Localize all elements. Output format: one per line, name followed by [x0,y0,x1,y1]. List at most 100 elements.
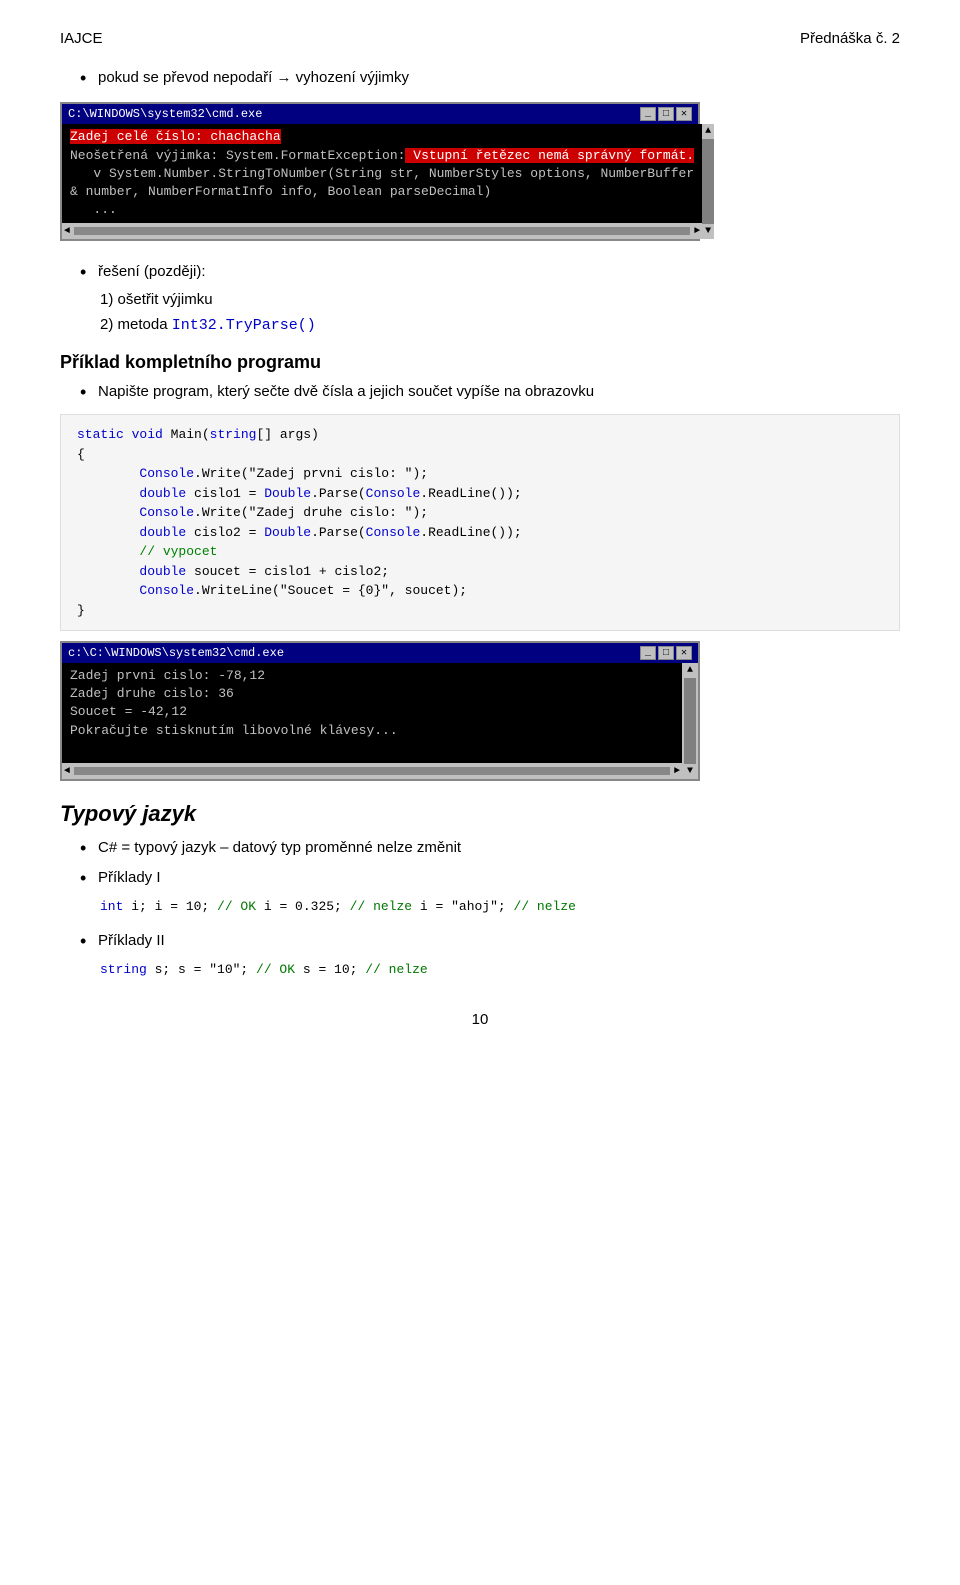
scroll-up-icon-2[interactable]: ▲ [687,665,693,676]
cmd-titlebar-buttons-2: _ □ ✕ [640,646,692,660]
console-readline-1: Console [366,486,421,501]
cmd-line-4: Pokračujte stisknutím libovolné klávesy.… [70,722,674,740]
cmd-stack2: & number, NumberFormatInfo info, Boolean… [70,183,694,201]
kw-static: static [77,427,124,442]
kw-void: void [132,427,163,442]
cmd-titlebar-1: C:\WINDOWS\system32\cmd.exe _ □ ✕ [62,104,698,124]
page-number: 10 [60,1011,900,1028]
reseni-heading-item: • řešení (později): [80,261,900,284]
cmd-hscrollbar-2[interactable]: ◄ ► [62,763,682,779]
bullet-dot-typovy2: • [80,867,98,890]
main-code-block: static void Main(string[] args) { Consol… [60,414,900,631]
comment-ok-1: // OK [217,899,256,914]
cmd-minimize-btn-2[interactable]: _ [640,646,656,660]
cmd-input-highlight: Zadej celé číslo: chachacha [70,129,281,144]
typovy-heading: Typový jazyk [60,801,900,827]
cmd-vscrollbar-2[interactable]: ▲ ▼ [682,663,698,779]
cmd-stack3: ... [70,201,694,219]
cmd-titlebar-2: c:\C:\WINDOWS\system32\cmd.exe _ □ ✕ [62,643,698,663]
numbered-item-2: 2) metoda Int32.TryParse() [100,314,900,336]
kw-string: string [210,427,257,442]
cmd-error-highlight: Vstupní řetězec nemá správný formát. [405,148,694,163]
comment-nelze-3: // nelze [365,962,427,977]
scroll-up-icon[interactable]: ▲ [705,126,711,137]
bullet-dot-reseni: • [80,261,98,284]
cmd-window-1: C:\WINDOWS\system32\cmd.exe _ □ ✕ Zadej … [60,102,700,241]
scroll-right-icon[interactable]: ► [694,226,700,237]
intro-bullet: • pokud se převod nepodaří → vyhození vý… [80,67,900,90]
cmd-input-display: Zadej celé číslo: chachacha [70,128,694,146]
comment-nelze-2: // nelze [514,899,576,914]
priklady2-bullet: • Příklady II [80,930,900,953]
cmd-close-btn[interactable]: ✕ [676,107,692,121]
kw-double3: double [139,564,186,579]
console-write-1: Console [139,466,194,481]
kw-double2: double [139,525,186,540]
cmd-stack1: v System.Number.StringToNumber(String st… [70,165,694,183]
tryparse-code: Int32.TryParse() [172,317,316,334]
scroll-down-icon-2[interactable]: ▼ [687,766,693,777]
hscroll-track-1 [74,227,690,235]
page-header: IAJCE Přednáška č. 2 [60,30,900,47]
kw-string-s: string [100,962,147,977]
hscroll-track-2 [74,767,670,775]
header-left: IAJCE [60,30,103,47]
cmd-output-1: Zadej celé číslo: chachacha Neošetřená v… [62,124,702,223]
header-right: Přednáška č. 2 [800,30,900,47]
cmd-content-area-1: Zadej celé číslo: chachacha Neošetřená v… [62,124,698,239]
intro-bullet-text: pokud se převod nepodaří → vyhození výji… [98,67,409,88]
cmd-line-1: Zadej prvni cislo: -78,12 [70,667,674,685]
comment-vypocet: // vypocet [139,544,217,559]
priklady1-code: int i; i = 10; // OK i = 0.325; // nelze… [100,896,900,918]
cmd-restore-btn-2[interactable]: □ [658,646,674,660]
cmd-vscrollbar-1[interactable]: ▲ ▼ [702,124,714,239]
console-readline-2: Console [366,525,421,540]
cmd-line-2: Zadej druhe cislo: 36 [70,685,674,703]
bullet-dot-priklad: • [80,381,98,404]
typovy-bullet-text-2: Příklady I [98,867,161,888]
cmd-body-1: Zadej celé číslo: chachacha Neošetřená v… [62,124,702,239]
console-writeline: Console [139,583,194,598]
cmd-error-text: Neošetřená výjimka: System.FormatExcepti… [70,148,405,163]
bullet-dot-priklady2: • [80,930,98,953]
double-parse-2: Double [264,525,311,540]
typovy-bullet-1: • C# = typový jazyk – datový typ proměnn… [80,837,900,860]
cmd-window-2: c:\C:\WINDOWS\system32\cmd.exe _ □ ✕ Zad… [60,641,700,781]
cmd-minimize-btn[interactable]: _ [640,107,656,121]
comment-ok-2: // OK [256,962,295,977]
scroll-down-icon[interactable]: ▼ [705,226,711,237]
cmd-output-2: Zadej prvni cislo: -78,12 Zadej druhe ci… [62,663,682,763]
typovy-section: Typový jazyk • C# = typový jazyk – datov… [60,801,900,981]
comment-nelze-1: // nelze [350,899,412,914]
scroll-left-icon-2[interactable]: ◄ [64,766,70,777]
cmd-body-2: Zadej prvni cislo: -78,12 Zadej druhe ci… [62,663,682,779]
bullet-dot: • [80,67,98,90]
cmd-restore-btn[interactable]: □ [658,107,674,121]
kw-int: int [100,899,123,914]
console-write-2: Console [139,505,194,520]
priklady2-code: string s; s = "10"; // OK s = 10; // nel… [100,959,900,981]
kw-double1: double [139,486,186,501]
vscroll-thumb-1 [702,139,714,224]
typovy-bullet-2: • Příklady I [80,867,900,890]
scroll-left-icon[interactable]: ◄ [64,226,70,237]
priklad-heading: Příklad kompletního programu [60,352,900,373]
bullet-dot-typovy1: • [80,837,98,860]
cmd-title-text-1: C:\WINDOWS\system32\cmd.exe [68,107,262,121]
reseni-heading-text: řešení (později): [98,261,206,282]
priklad-bullet-item: • Napište program, který sečte dvě čísla… [80,381,900,404]
cmd-line-3: Soucet = -42,12 [70,703,674,721]
cmd-close-btn-2[interactable]: ✕ [676,646,692,660]
scroll-right-icon-2[interactable]: ► [674,766,680,777]
typovy-bullet-text-1: C# = typový jazyk – datový typ proměnné … [98,837,461,858]
numbered-list: 1) ošetřit výjimku 2) metoda Int32.TryPa… [100,289,900,336]
vscroll-thumb-2 [684,678,696,764]
cmd-content-area-2: Zadej prvni cislo: -78,12 Zadej druhe ci… [62,663,698,779]
cmd-title-text-2: c:\C:\WINDOWS\system32\cmd.exe [68,646,284,660]
priklady2-heading-text: Příklady II [98,930,165,951]
cmd-error-line: Neošetřená výjimka: System.FormatExcepti… [70,147,694,165]
double-parse-1: Double [264,486,311,501]
cmd-hscrollbar-1[interactable]: ◄ ► [62,223,702,239]
priklad-bullet-text: Napište program, který sečte dvě čísla a… [98,381,594,402]
cmd-titlebar-buttons-1: _ □ ✕ [640,107,692,121]
